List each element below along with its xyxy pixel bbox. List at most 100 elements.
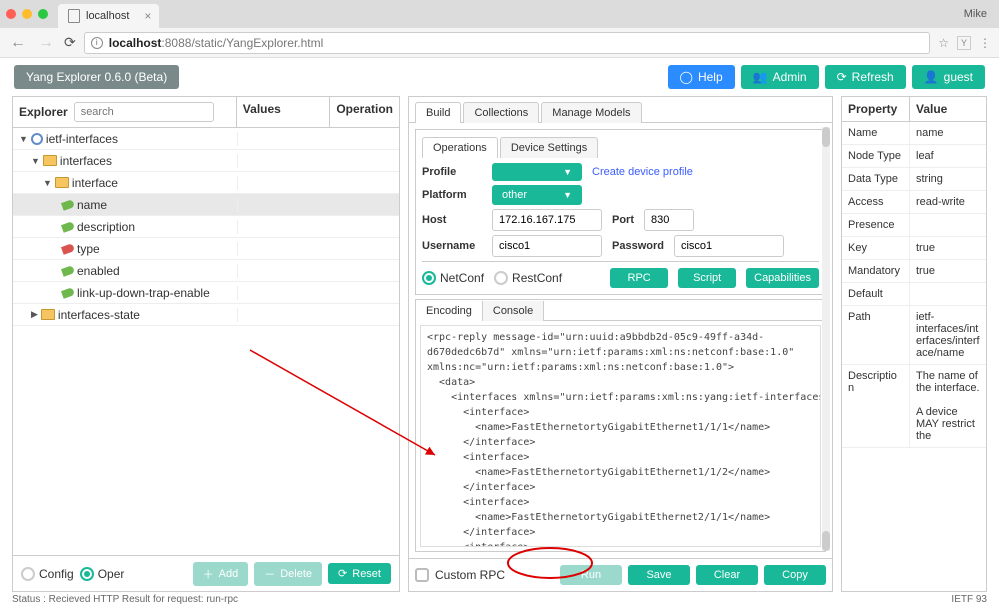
tree-row[interactable]: description	[13, 216, 399, 238]
refresh-icon: ⟳	[837, 70, 847, 84]
property-value: true	[910, 260, 986, 282]
property-row: Data Typestring	[842, 168, 986, 191]
tree-row[interactable]: ▼interfaces	[13, 150, 399, 172]
minimize-window-icon[interactable]	[22, 9, 32, 19]
capabilities-button[interactable]: Capabilities	[746, 268, 819, 288]
username-input[interactable]	[492, 235, 602, 257]
plus-icon: ＋	[203, 566, 214, 582]
property-value	[910, 283, 986, 305]
browser-tab[interactable]: localhost ×	[58, 4, 159, 28]
delete-button[interactable]: －Delete	[254, 562, 322, 586]
port-label: Port	[612, 214, 634, 226]
property-value: The name of the interface. A device MAY …	[910, 365, 986, 447]
copy-button[interactable]: Copy	[764, 565, 826, 585]
bookmark-icon[interactable]: ☆	[938, 36, 949, 50]
refresh-button[interactable]: ⟳Refresh	[825, 65, 906, 89]
property-key: Data Type	[842, 168, 910, 190]
reload-icon[interactable]: ⟳	[64, 34, 76, 51]
add-button[interactable]: ＋Add	[193, 562, 249, 586]
tree-row[interactable]: ▶ interfaces-state	[13, 304, 399, 326]
oper-radio[interactable]: Oper	[80, 567, 125, 581]
tree-row[interactable]: ▼interface	[13, 172, 399, 194]
property-value: string	[910, 168, 986, 190]
property-value: leaf	[910, 145, 986, 167]
tree-row[interactable]: enabled	[13, 260, 399, 282]
expand-icon[interactable]: ▼	[19, 134, 28, 144]
run-button[interactable]: Run	[560, 565, 622, 585]
property-value	[910, 214, 986, 236]
leaf-icon	[61, 265, 75, 277]
property-key: Description	[842, 365, 910, 447]
url-input[interactable]: i localhost :8088/static/YangExplorer.ht…	[84, 32, 930, 54]
status-bar: Status : Recieved HTTP Result for reques…	[0, 592, 999, 610]
operations-box: Operations Device Settings Profile ▼ Cre…	[415, 129, 826, 295]
property-row: Namename	[842, 122, 986, 145]
admin-button[interactable]: 👥Admin	[741, 65, 819, 89]
property-row: Node Typeleaf	[842, 145, 986, 168]
property-value: ietf-interfaces/interfaces/interface/nam…	[910, 306, 986, 364]
config-radio[interactable]: Config	[21, 567, 74, 581]
reset-button[interactable]: ⟳Reset	[328, 563, 391, 584]
menu-icon[interactable]: ⋮	[979, 36, 991, 50]
tab-encoding[interactable]: Encoding	[416, 301, 483, 321]
folder-icon	[43, 155, 57, 166]
tab-console[interactable]: Console	[483, 301, 544, 321]
search-input[interactable]	[74, 102, 214, 122]
forward-button[interactable]: →	[36, 34, 56, 52]
tree-label: interfaces-state	[58, 308, 140, 322]
rpc-button[interactable]: RPC	[610, 268, 668, 288]
tree-row[interactable]: ▼ietf-interfaces	[13, 128, 399, 150]
tab-build[interactable]: Build	[415, 102, 461, 123]
help-button[interactable]: ◯Help	[668, 65, 735, 89]
maximize-window-icon[interactable]	[38, 9, 48, 19]
site-info-icon[interactable]: i	[91, 37, 103, 49]
scrollbar[interactable]	[822, 127, 830, 551]
password-input[interactable]	[674, 235, 784, 257]
property-row: Accessread-write	[842, 191, 986, 214]
user-icon: 👤	[924, 70, 939, 84]
window-controls	[6, 9, 48, 19]
password-label: Password	[612, 240, 664, 252]
module-icon	[31, 133, 43, 145]
explorer-title: Explorer	[19, 105, 68, 119]
status-text: Status : Recieved HTTP Result for reques…	[12, 594, 238, 608]
tree-row[interactable]: type	[13, 238, 399, 260]
back-button[interactable]: ←	[8, 34, 28, 52]
guest-button[interactable]: 👤guest	[912, 65, 985, 89]
property-row: Presence	[842, 214, 986, 237]
build-footer: Custom RPC Run Save Clear Copy	[409, 558, 832, 591]
tree-row[interactable]: link-up-down-trap-enable	[13, 282, 399, 304]
property-key: Presence	[842, 214, 910, 236]
expand-icon[interactable]: ▼	[31, 156, 40, 166]
tree-label: enabled	[77, 264, 120, 278]
explorer-panel: Explorer Values Operation ▼ietf-interfac…	[12, 96, 400, 592]
close-tab-icon[interactable]: ×	[144, 9, 151, 23]
platform-select[interactable]: other▼	[492, 185, 582, 205]
netconf-radio[interactable]: NetConf	[422, 271, 484, 285]
profile-select[interactable]: ▼	[492, 163, 582, 181]
clear-button[interactable]: Clear	[696, 565, 758, 585]
tab-collections[interactable]: Collections	[463, 102, 539, 123]
extension-icon[interactable]: Y	[957, 36, 971, 50]
restconf-radio[interactable]: RestConf	[494, 271, 562, 285]
tree-row[interactable]: name	[13, 194, 399, 216]
custom-rpc-checkbox[interactable]	[415, 568, 429, 582]
expand-icon[interactable]: ▼	[43, 178, 52, 188]
script-button[interactable]: Script	[678, 268, 736, 288]
close-window-icon[interactable]	[6, 9, 16, 19]
subtab-operations[interactable]: Operations	[422, 137, 498, 158]
create-profile-link[interactable]: Create device profile	[592, 166, 693, 178]
subtab-device-settings[interactable]: Device Settings	[500, 137, 598, 158]
host-input[interactable]	[492, 209, 602, 231]
expand-icon[interactable]: ▶	[31, 309, 38, 320]
tree-label: description	[77, 220, 135, 234]
leaf-icon	[61, 287, 75, 299]
rpc-output[interactable]: <rpc-reply message-id="urn:uuid:a9bbdb2d…	[420, 325, 821, 547]
browser-profile[interactable]: Mike	[964, 8, 987, 20]
tab-manage-models[interactable]: Manage Models	[541, 102, 641, 123]
properties-panel: Property Value NamenameNode TypeleafData…	[841, 96, 987, 592]
save-button[interactable]: Save	[628, 565, 690, 585]
value-column-header: Value	[910, 97, 986, 121]
port-input[interactable]	[644, 209, 694, 231]
property-key: Default	[842, 283, 910, 305]
